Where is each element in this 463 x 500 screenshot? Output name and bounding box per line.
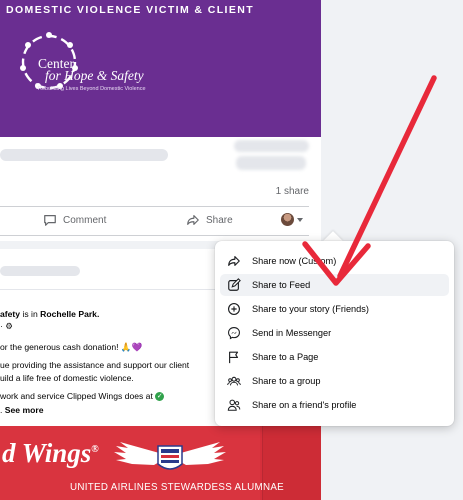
post-text-line: . See more bbox=[0, 405, 43, 415]
menu-item-label: Share to a group bbox=[252, 376, 321, 386]
share-arrow-icon bbox=[187, 215, 199, 225]
placeholder-block bbox=[236, 156, 306, 170]
post-card: DOMESTIC VIOLENCE VICTIM & CLIENT Center… bbox=[0, 0, 321, 241]
share-button[interactable]: Share bbox=[186, 206, 233, 234]
menu-item-share-on-friends-profile[interactable]: Share on a friend's profile bbox=[220, 394, 449, 416]
menu-item-share-to-story[interactable]: Share to your story (Friends) bbox=[220, 298, 449, 320]
wings-emblem-icon bbox=[114, 442, 226, 470]
menu-item-share-to-feed[interactable]: Share to Feed bbox=[220, 274, 449, 296]
share-label: Share bbox=[206, 214, 233, 226]
share-count[interactable]: 1 share bbox=[276, 186, 309, 197]
logo-tagline: Rebuilding Lives Beyond Domestic Violenc… bbox=[38, 86, 146, 92]
menu-item-label: Share to Feed bbox=[252, 280, 311, 290]
friend-profile-icon bbox=[227, 399, 241, 411]
comment-button[interactable]: Comment bbox=[43, 206, 106, 234]
see-more-link[interactable]: See more bbox=[5, 405, 44, 415]
registered-mark: ® bbox=[91, 444, 99, 455]
placeholder-block bbox=[234, 140, 309, 152]
flag-icon bbox=[229, 351, 239, 364]
post-text-line: work and service Clipped Wings does at ✓ bbox=[0, 391, 165, 402]
post-text-line: or the generous cash donation! 🙏💜 bbox=[0, 342, 143, 352]
image-subtitle: UNITED AIRLINES STEWARDESS ALUMNAE bbox=[70, 482, 284, 493]
post-text-line: uild a life free of domestic violence. bbox=[0, 373, 134, 383]
post-image-banner[interactable]: DOMESTIC VIOLENCE VICTIM & CLIENT Center… bbox=[0, 0, 321, 137]
menu-item-label: Share to your story (Friends) bbox=[252, 304, 369, 314]
post-text-fragment: work and service Clipped Wings does at bbox=[0, 391, 156, 401]
image-title: d Wings® bbox=[2, 438, 99, 469]
logo-wordmark: Center for Hope & Safety bbox=[38, 57, 144, 83]
post-text-line: ue providing the assistance and support … bbox=[0, 360, 190, 370]
plus-circle-icon bbox=[228, 303, 240, 315]
share-arrow-icon bbox=[228, 256, 240, 266]
post-author-line: afety is in Rochelle Park. bbox=[0, 309, 99, 319]
post-meta: · ⚙ bbox=[0, 321, 13, 331]
location-connector: is in bbox=[20, 309, 41, 319]
pencil-square-icon bbox=[228, 278, 241, 291]
menu-item-label: Share now (Custom) bbox=[252, 256, 337, 266]
placeholder-bar bbox=[0, 266, 80, 276]
menu-item-share-to-page[interactable]: Share to a Page bbox=[220, 346, 449, 368]
logo-line-2: for Hope & Safety bbox=[45, 68, 144, 83]
placeholder-bar bbox=[0, 149, 168, 161]
group-icon bbox=[227, 376, 241, 386]
page-name-link[interactable]: afety bbox=[0, 309, 20, 319]
banner-heading: DOMESTIC VIOLENCE VICTIM & CLIENT bbox=[6, 4, 255, 16]
menu-item-send-in-messenger[interactable]: Send in Messenger bbox=[220, 322, 449, 344]
divider bbox=[0, 235, 309, 236]
menu-item-share-to-group[interactable]: Share to a group bbox=[220, 370, 449, 392]
menu-item-label: Share to a Page bbox=[252, 352, 319, 362]
chevron-down-icon[interactable] bbox=[297, 218, 303, 222]
comment-icon bbox=[44, 215, 56, 226]
check-mark-icon: ✓ bbox=[155, 392, 165, 402]
share-menu: Share now (Custom) Share to Feed Share t… bbox=[215, 241, 454, 426]
image-title-text: d Wings bbox=[2, 438, 92, 468]
audience-avatar[interactable] bbox=[281, 213, 294, 226]
messenger-icon bbox=[228, 327, 240, 340]
menu-item-label: Send in Messenger bbox=[252, 328, 332, 338]
location-link[interactable]: Rochelle Park. bbox=[40, 309, 99, 319]
comment-label: Comment bbox=[63, 214, 107, 226]
menu-item-share-now[interactable]: Share now (Custom) bbox=[220, 250, 449, 272]
menu-item-label: Share on a friend's profile bbox=[252, 400, 357, 410]
